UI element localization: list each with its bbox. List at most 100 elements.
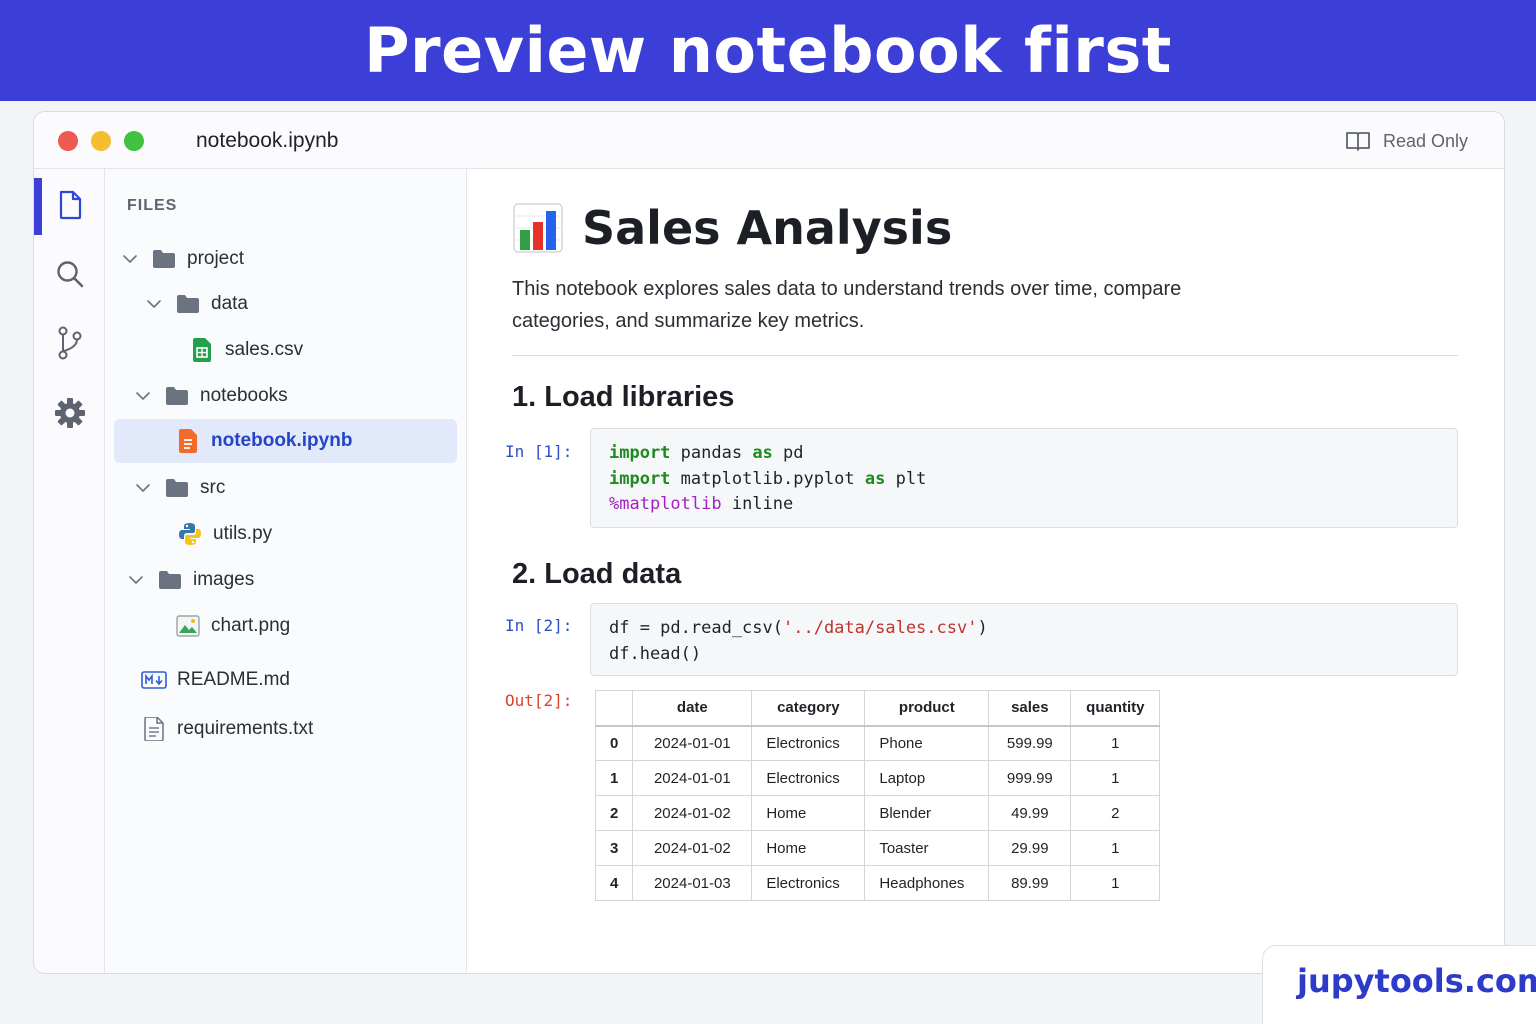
folder-icon xyxy=(175,292,201,316)
file-tree-item-label: requirements.txt xyxy=(177,718,314,739)
search-icon[interactable] xyxy=(54,258,86,290)
maximize-window-button[interactable] xyxy=(124,131,144,151)
table-cell: Headphones xyxy=(864,865,990,901)
csv-file-icon xyxy=(189,338,215,362)
table-cell: 29.99 xyxy=(988,830,1072,866)
source-control-icon[interactable] xyxy=(54,326,86,360)
file-explorer: FILES project data sales.csv notebooks noteb… xyxy=(105,169,467,973)
explorer-icon[interactable] xyxy=(54,189,86,221)
file-tree-item-label: README.md xyxy=(177,669,290,690)
code-cell-2[interactable]: df = pd.read_csv('../data/sales.csv') df… xyxy=(590,603,1458,676)
table-cell: Home xyxy=(751,830,866,866)
banner-title: Preview notebook first xyxy=(364,14,1172,87)
file-tree-item-sales-csv[interactable]: sales.csv xyxy=(189,328,303,372)
column-header: quantity xyxy=(1070,690,1161,726)
table-cell: 2024-01-01 xyxy=(632,725,753,761)
output-prompt: Out[2]: xyxy=(505,691,573,710)
chevron-down-icon[interactable] xyxy=(132,385,154,407)
table-row: 1 2024-01-01 Electronics Laptop 999.99 1 xyxy=(594,760,1161,796)
file-tree-item-src[interactable]: src xyxy=(132,466,225,510)
table-row: 0 2024-01-01 Electronics Phone 599.99 1 xyxy=(594,725,1161,761)
file-tree-item-label: project xyxy=(187,248,245,269)
row-index: 2 xyxy=(594,795,634,831)
read-only-label: Read Only xyxy=(1382,130,1468,151)
notebook-file-icon xyxy=(175,429,201,453)
table-cell: Electronics xyxy=(751,865,866,901)
table-cell: 2024-01-03 xyxy=(632,865,753,901)
brand-text: jupytools.com xyxy=(1297,962,1536,1000)
file-tree-item-readme-md[interactable]: README.md xyxy=(141,658,290,702)
read-only-indicator: Read Only xyxy=(1345,130,1468,152)
table-row: 3 2024-01-02 Home Toaster 29.99 1 xyxy=(594,830,1161,866)
bar-chart-icon xyxy=(513,203,563,253)
table-cell: 2024-01-01 xyxy=(632,760,753,796)
file-tree-item-label: notebook.ipynb xyxy=(211,430,353,451)
column-header: sales xyxy=(988,690,1072,726)
text-file-icon xyxy=(141,717,167,741)
minimize-window-button[interactable] xyxy=(91,131,111,151)
file-tree-item-notebook-ipynb[interactable]: notebook.ipynb xyxy=(114,419,457,463)
divider xyxy=(512,355,1458,356)
table-row: 2 2024-01-02 Home Blender 49.99 2 xyxy=(594,795,1161,831)
cell-2-prompt: In [2]: xyxy=(505,616,573,635)
table-cell: 2024-01-02 xyxy=(632,830,753,866)
column-header: category xyxy=(751,690,866,726)
file-tree-item-label: images xyxy=(193,569,255,590)
file-tree-item-label: data xyxy=(211,293,248,314)
table-cell: 1 xyxy=(1070,725,1161,761)
table-cell: 599.99 xyxy=(988,725,1072,761)
file-tree-item-label: src xyxy=(200,477,226,498)
file-tree-item-notebooks[interactable]: notebooks xyxy=(132,374,288,418)
table-cell: 2024-01-02 xyxy=(632,795,753,831)
file-tree-item-label: utils.py xyxy=(213,523,273,544)
activity-bar xyxy=(34,169,105,973)
notebook-window: notebook.ipynb Read Only FILES project da… xyxy=(33,111,1505,974)
file-tree-item-label: notebooks xyxy=(200,385,288,406)
row-index: 3 xyxy=(594,830,634,866)
file-tree-item-project[interactable]: project xyxy=(119,237,244,281)
row-index: 4 xyxy=(594,865,634,901)
folder-icon xyxy=(151,247,177,271)
folder-icon xyxy=(164,476,190,500)
notebook-title: Sales Analysis xyxy=(582,201,953,255)
file-tree-item-chart-png[interactable]: chart.png xyxy=(175,604,290,648)
notebook-content: Sales Analysis This notebook explores sa… xyxy=(467,169,1504,973)
title-bar: notebook.ipynb Read Only xyxy=(34,112,1504,169)
table-cell: 2 xyxy=(1070,795,1161,831)
file-tree-item-utils-py[interactable]: utils.py xyxy=(177,512,272,556)
row-index: 1 xyxy=(594,760,634,796)
folder-icon xyxy=(157,568,183,592)
active-view-indicator xyxy=(34,178,42,235)
chevron-down-icon[interactable] xyxy=(143,293,165,315)
chevron-down-icon[interactable] xyxy=(132,477,154,499)
chevron-down-icon[interactable] xyxy=(119,248,141,270)
banner: Preview notebook first xyxy=(0,0,1536,101)
image-file-icon xyxy=(175,614,201,638)
table-cell: Home xyxy=(751,795,866,831)
column-header xyxy=(594,690,634,726)
table-cell: 1 xyxy=(1070,830,1161,866)
column-header: product xyxy=(864,690,990,726)
table-cell: Phone xyxy=(864,725,990,761)
table-cell: Blender xyxy=(864,795,990,831)
python-file-icon xyxy=(177,522,203,546)
table-row: 4 2024-01-03 Electronics Headphones 89.99 1 xyxy=(594,865,1161,901)
file-tree-item-images[interactable]: images xyxy=(125,558,254,602)
notebook-heading: Sales Analysis xyxy=(512,201,952,255)
code-cell-1[interactable]: import pandas as pd import matplotlib.py… xyxy=(590,428,1458,528)
table-cell: Electronics xyxy=(751,725,866,761)
folder-icon xyxy=(164,384,190,408)
file-tree-item-data[interactable]: data xyxy=(143,282,248,326)
file-tree-item-requirements-txt[interactable]: requirements.txt xyxy=(141,707,313,751)
row-index: 0 xyxy=(594,725,634,761)
section-heading-load-data: 2. Load data xyxy=(512,558,682,590)
table-cell: 1 xyxy=(1070,865,1161,901)
brand-badge: jupytools.com xyxy=(1262,945,1536,1024)
settings-gear-icon[interactable] xyxy=(54,397,86,429)
close-window-button[interactable] xyxy=(58,131,78,151)
table-cell: 1 xyxy=(1070,760,1161,796)
column-header: date xyxy=(632,690,753,726)
markdown-file-icon xyxy=(141,668,167,692)
section-heading-load-libraries: 1. Load libraries xyxy=(512,381,735,413)
chevron-down-icon[interactable] xyxy=(125,569,147,591)
